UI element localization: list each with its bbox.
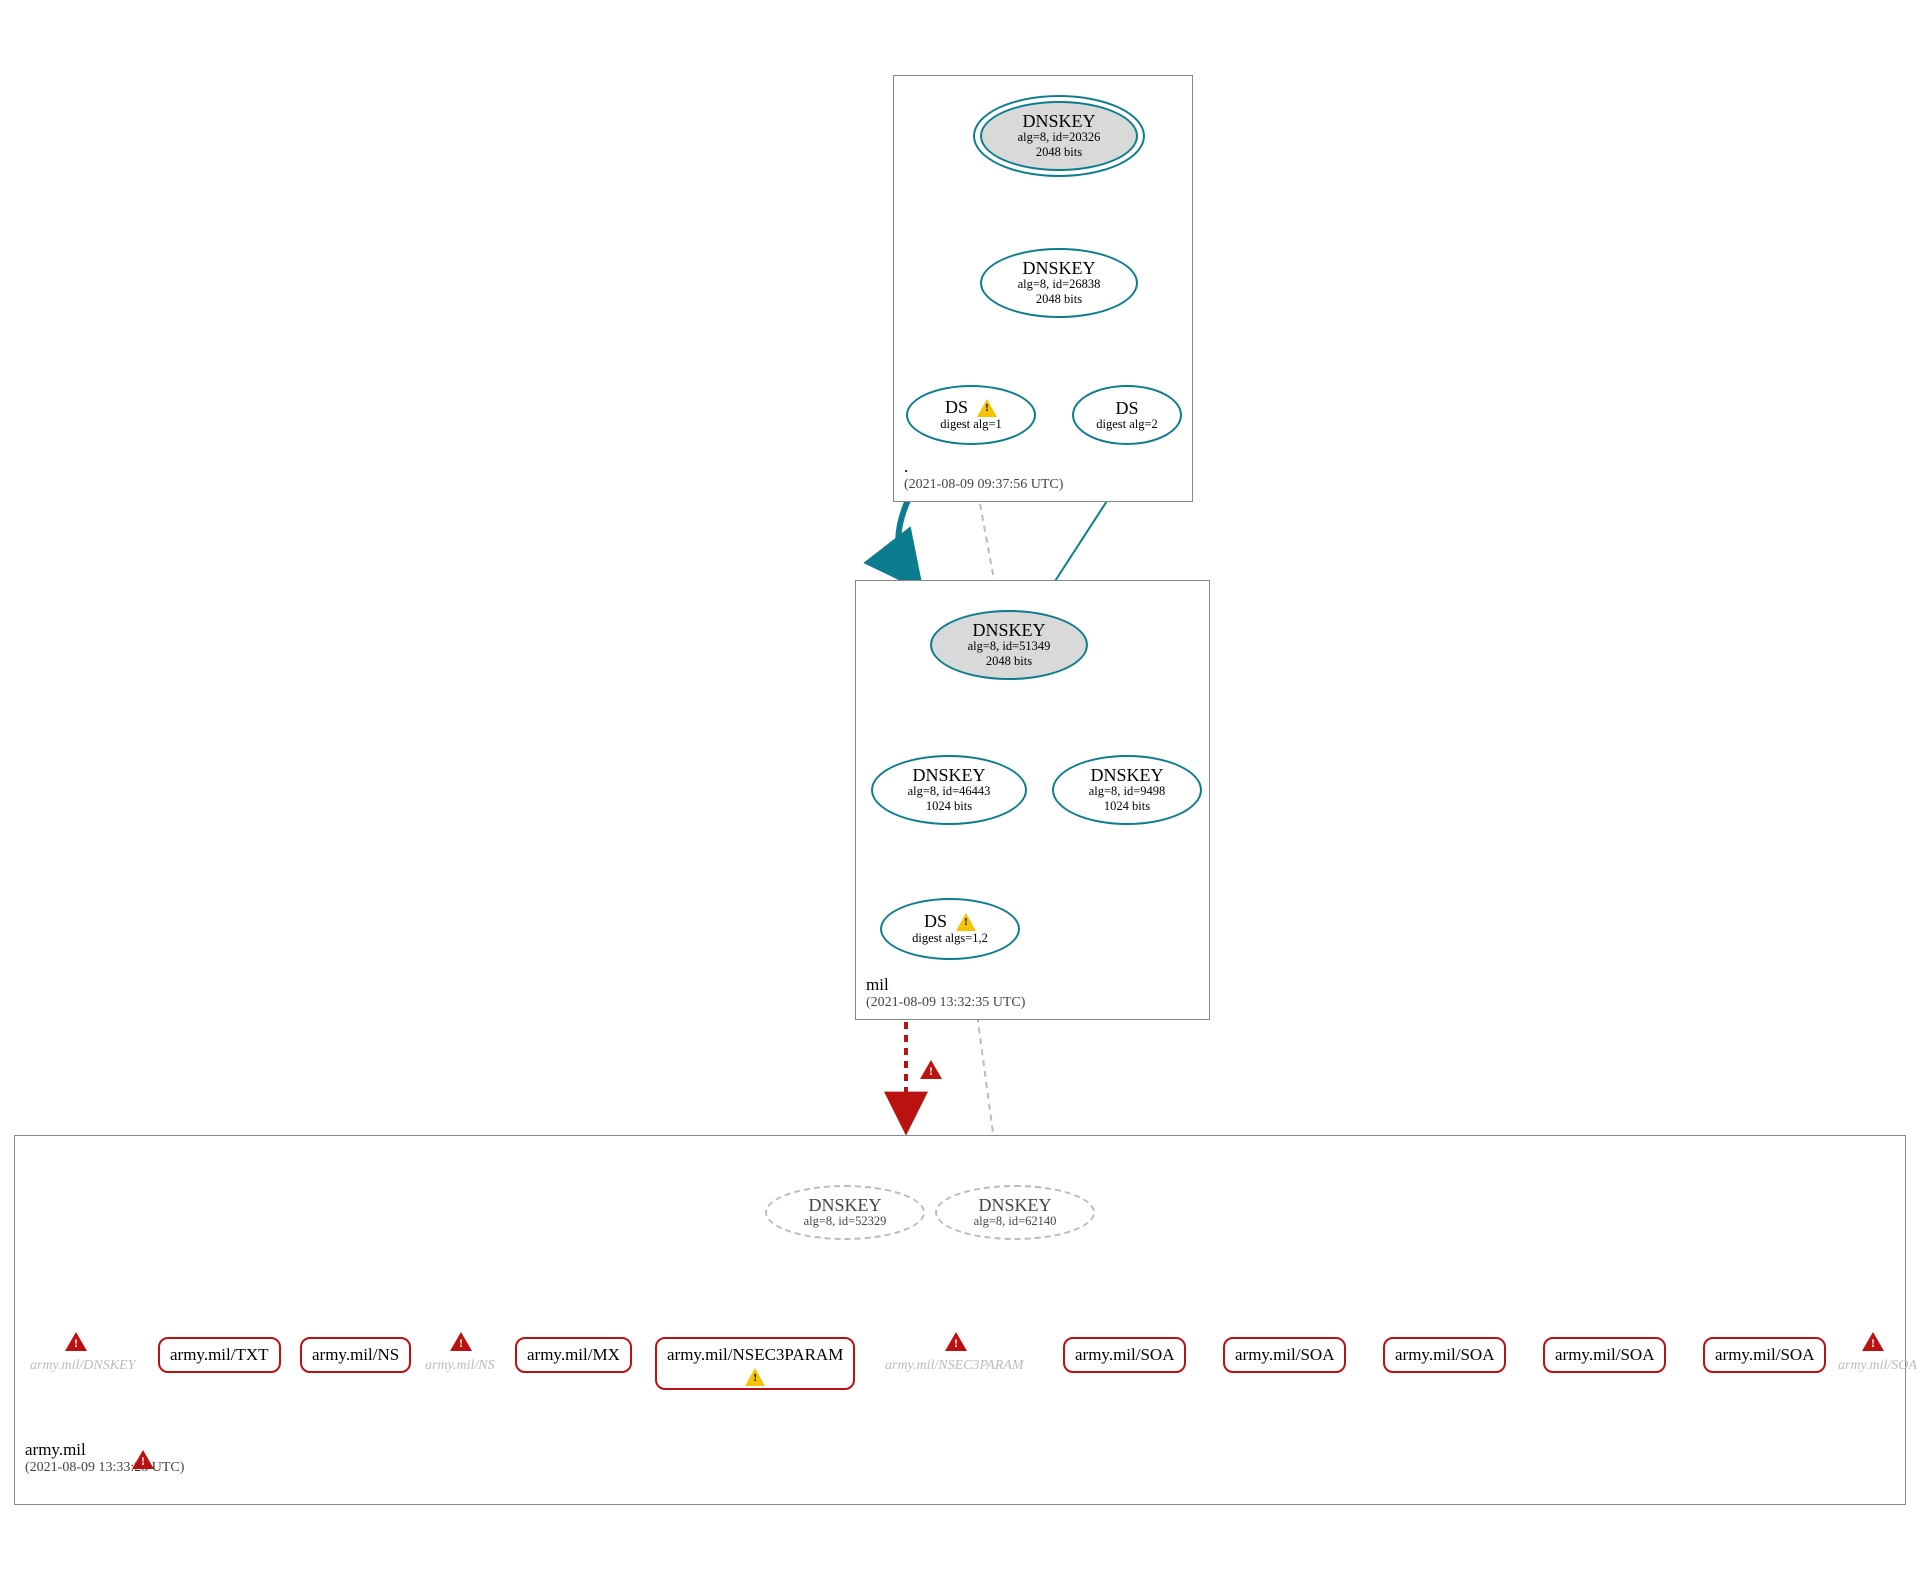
record-nsec-text: army.mil/NSEC3PARAM — [667, 1345, 843, 1364]
node-sub: 2048 bits — [1036, 145, 1082, 160]
record-soa-2[interactable]: army.mil/SOA — [1223, 1337, 1346, 1373]
node-label: DNSKEY — [972, 621, 1045, 639]
node-mil-zsk2[interactable]: DNSKEY alg=8, id=9498 1024 bits — [1052, 755, 1202, 825]
node-sub: alg=8, id=52329 — [804, 1214, 887, 1229]
record-soa-5[interactable]: army.mil/SOA — [1703, 1337, 1826, 1373]
node-sub: 2048 bits — [986, 654, 1032, 669]
node-root-ds2[interactable]: DS digest alg=2 — [1072, 385, 1182, 445]
ds-text: DS — [924, 911, 947, 931]
node-label: DNSKEY — [1022, 112, 1095, 130]
record-txt[interactable]: army.mil/TXT — [158, 1337, 281, 1373]
error-icon — [1862, 1332, 1884, 1351]
ghost-soa: army.mil/SOA — [1838, 1358, 1917, 1374]
ghost-ns: army.mil/NS — [425, 1358, 495, 1374]
node-sub: digest algs=1,2 — [912, 931, 988, 946]
node-sub: digest alg=1 — [940, 417, 1002, 432]
error-icon — [450, 1332, 472, 1351]
error-icon — [65, 1332, 87, 1351]
warning-icon — [956, 913, 976, 931]
zone-army-time: (2021-08-09 13:33:28 UTC) — [25, 1460, 184, 1476]
node-sub: alg=8, id=20326 — [1018, 130, 1101, 145]
node-mil-zsk1[interactable]: DNSKEY alg=8, id=46443 1024 bits — [871, 755, 1027, 825]
ghost-nsec: army.mil/NSEC3PARAM — [885, 1358, 1024, 1374]
error-icon — [132, 1450, 154, 1469]
node-label: DS — [1115, 399, 1138, 417]
node-label: DNSKEY — [978, 1196, 1051, 1214]
node-label: DNSKEY — [808, 1196, 881, 1214]
node-label: DNSKEY — [1022, 259, 1095, 277]
error-icon — [945, 1332, 967, 1351]
node-army-k1[interactable]: DNSKEY alg=8, id=52329 — [765, 1185, 925, 1240]
zone-mil-name: mil — [866, 975, 1025, 995]
node-root-ksk[interactable]: DNSKEY alg=8, id=20326 2048 bits — [980, 101, 1138, 171]
node-label: DNSKEY — [912, 766, 985, 784]
node-sub: alg=8, id=46443 — [908, 784, 991, 799]
node-sub: 1024 bits — [926, 799, 972, 814]
error-icon — [920, 1060, 942, 1079]
zone-root-time: (2021-08-09 09:37:56 UTC) — [904, 477, 1063, 493]
zone-root-name: . — [904, 457, 1063, 477]
record-ns[interactable]: army.mil/NS — [300, 1337, 411, 1373]
record-mx[interactable]: army.mil/MX — [515, 1337, 632, 1373]
node-root-zsk[interactable]: DNSKEY alg=8, id=26838 2048 bits — [980, 248, 1138, 318]
zone-army-name: army.mil — [25, 1440, 184, 1460]
node-label: DS — [924, 912, 976, 932]
node-label: DS — [945, 398, 997, 418]
node-mil-ksk[interactable]: DNSKEY alg=8, id=51349 2048 bits — [930, 610, 1088, 680]
node-sub: alg=8, id=51349 — [968, 639, 1051, 654]
record-soa-4[interactable]: army.mil/SOA — [1543, 1337, 1666, 1373]
ds-text: DS — [945, 397, 968, 417]
node-sub: alg=8, id=9498 — [1089, 784, 1166, 799]
node-sub: digest alg=2 — [1096, 417, 1158, 432]
record-soa-1[interactable]: army.mil/SOA — [1063, 1337, 1186, 1373]
record-soa-3[interactable]: army.mil/SOA — [1383, 1337, 1506, 1373]
record-nsec[interactable]: army.mil/NSEC3PARAM — [655, 1337, 855, 1390]
warning-icon — [977, 399, 997, 417]
node-army-k2[interactable]: DNSKEY alg=8, id=62140 — [935, 1185, 1095, 1240]
node-mil-ds[interactable]: DS digest algs=1,2 — [880, 898, 1020, 960]
node-label: DNSKEY — [1090, 766, 1163, 784]
node-sub: 1024 bits — [1104, 799, 1150, 814]
zone-army: army.mil (2021-08-09 13:33:28 UTC) — [14, 1135, 1906, 1505]
ghost-dnskey: army.mil/DNSKEY — [30, 1358, 135, 1374]
node-sub: alg=8, id=62140 — [974, 1214, 1057, 1229]
warning-icon — [745, 1368, 765, 1386]
node-sub: 2048 bits — [1036, 292, 1082, 307]
node-root-ds1[interactable]: DS digest alg=1 — [906, 385, 1036, 445]
node-sub: alg=8, id=26838 — [1018, 277, 1101, 292]
zone-mil-time: (2021-08-09 13:32:35 UTC) — [866, 995, 1025, 1011]
